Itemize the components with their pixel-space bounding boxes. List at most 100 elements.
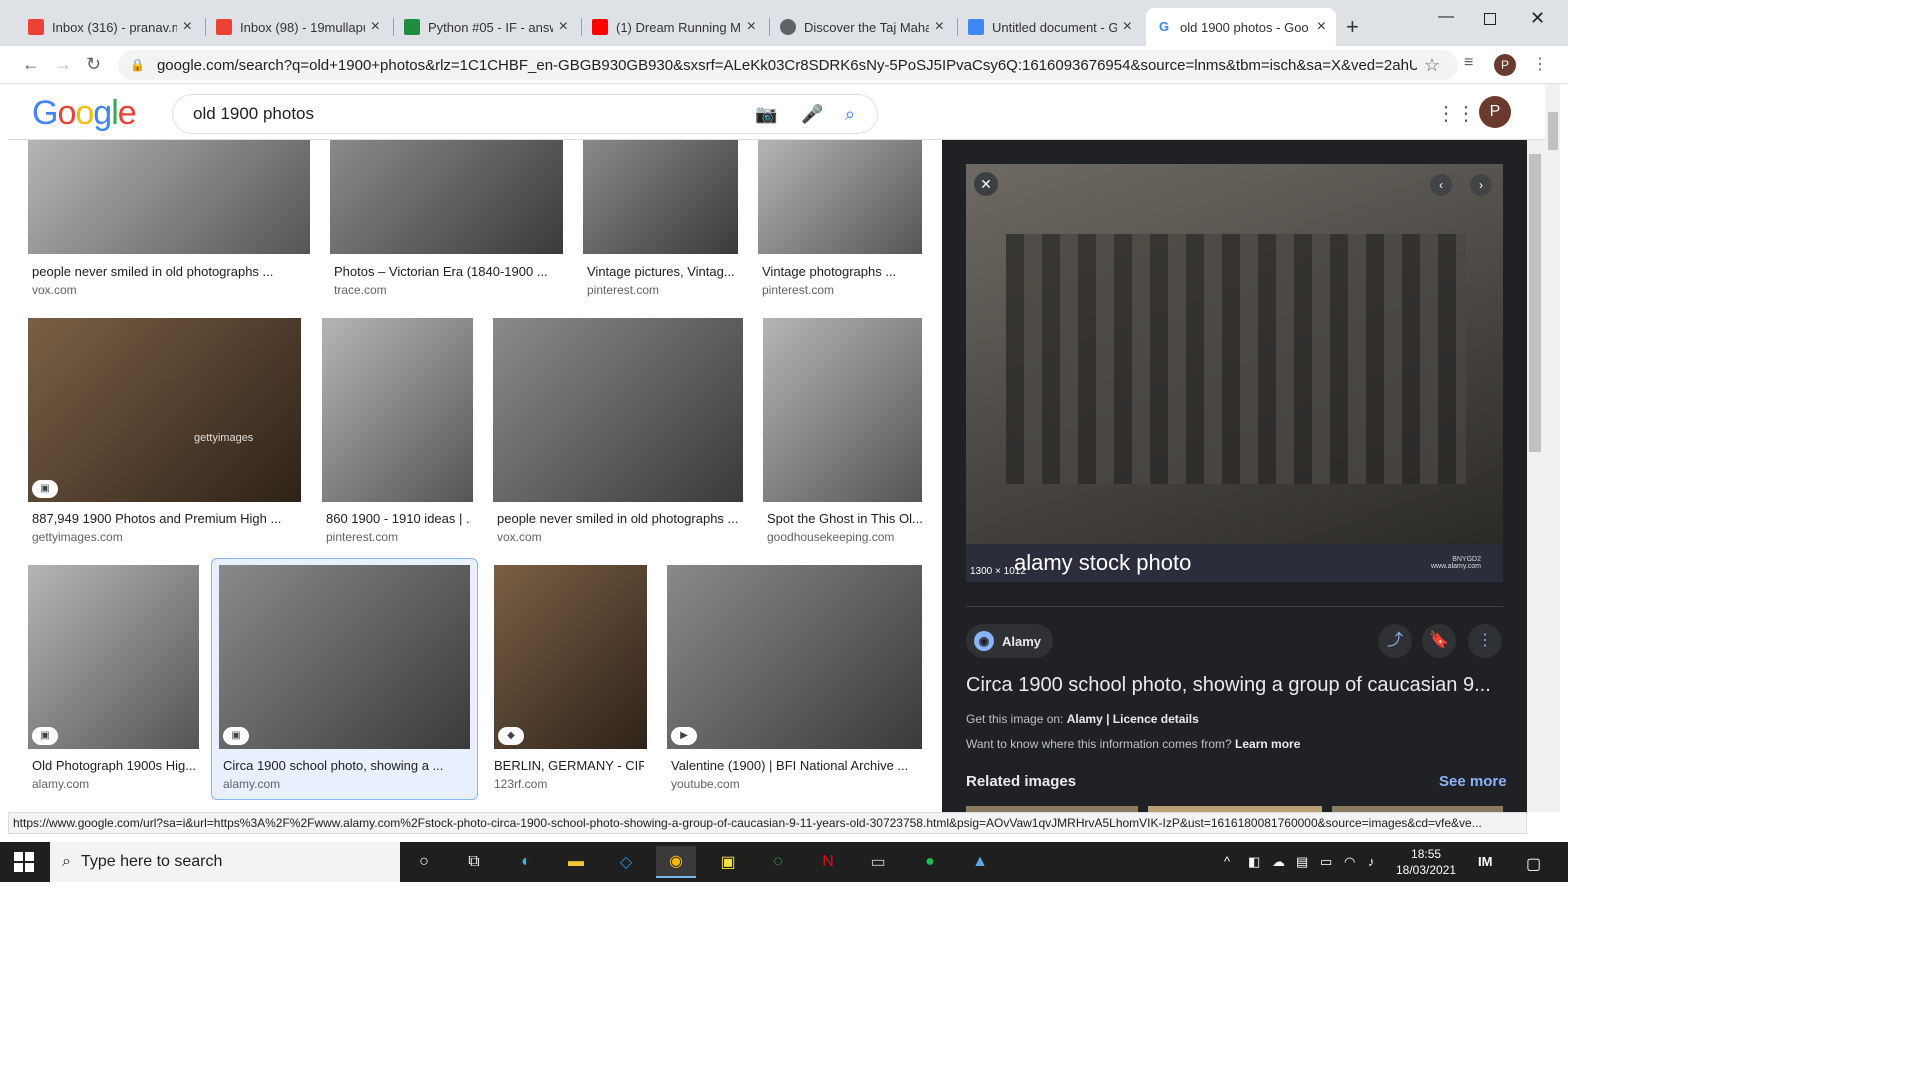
taskbar-search-box[interactable]: ⌕ Type here to search [50, 842, 400, 882]
close-icon[interactable]: × [1123, 18, 1132, 36]
result-image[interactable]: ▣ [28, 565, 199, 749]
tab-taj-mahal[interactable]: Discover the Taj Mahal × [770, 8, 954, 46]
address-bar[interactable]: 🔒 google.com/search?q=old+1900+photos&rl… [118, 50, 1458, 80]
forward-icon[interactable]: → [54, 54, 72, 75]
avatar[interactable]: P [1479, 96, 1511, 128]
result-source[interactable]: pinterest.com [326, 530, 398, 544]
result-title[interactable]: people never smiled in old photographs .… [32, 264, 302, 279]
source-pill[interactable]: ◉ Alamy [966, 624, 1054, 658]
tray-device-icon[interactable]: ▤ [1296, 854, 1308, 870]
onedrive-icon[interactable]: ☁ [1272, 854, 1285, 870]
preview-image[interactable] [966, 164, 1503, 544]
result-source[interactable]: alamy.com [32, 777, 89, 791]
result-title[interactable]: BERLIN, GERMANY - CIR... [494, 758, 644, 773]
pycharm-icon[interactable]: ▣ [708, 846, 748, 878]
more-options-icon[interactable]: ⋮ [1468, 624, 1502, 658]
close-icon[interactable]: × [747, 18, 756, 36]
cortana-icon[interactable]: ○ [404, 846, 444, 878]
result-title[interactable]: Old Photograph 1900s Hig... [32, 758, 197, 773]
result-title[interactable]: Vintage photographs ... [762, 264, 922, 279]
tab-youtube[interactable]: (1) Dream Running Mu × [582, 8, 766, 46]
apps-grid-icon[interactable]: ⋮⋮ [1436, 101, 1476, 126]
tab-google-search[interactable]: G old 1900 photos - Goo × [1146, 8, 1336, 46]
results-scrollbar[interactable] [1527, 140, 1545, 812]
tab-gmail-2[interactable]: Inbox (98) - 19mullapu × [206, 8, 390, 46]
result-image-selected[interactable]: ▣ [219, 565, 470, 749]
preview-title[interactable]: Circa 1900 school photo, showing a group… [966, 674, 1506, 697]
reload-icon[interactable]: ↻ [86, 54, 101, 75]
close-preview-button[interactable]: ✕ [974, 172, 998, 196]
browser-menu-icon[interactable]: ⋮ [1532, 54, 1548, 74]
battery-icon[interactable]: ▭ [1320, 854, 1332, 870]
photos-icon[interactable]: ▲ [960, 846, 1000, 878]
close-icon[interactable]: × [1317, 18, 1326, 36]
close-icon[interactable]: × [559, 18, 568, 36]
result-title[interactable]: Spot the Ghost in This Ol... [767, 511, 922, 526]
reading-list-icon[interactable]: ≡ [1464, 54, 1473, 72]
tab-gmail-1[interactable]: Inbox (316) - pranav.m × [18, 8, 202, 46]
search-icon[interactable]: ⌕ [845, 104, 855, 125]
spotify-icon[interactable]: ● [910, 846, 950, 878]
result-title[interactable]: Vintage pictures, Vintag... [587, 264, 737, 279]
close-window-button[interactable]: ✕ [1530, 8, 1545, 29]
tab-docs[interactable]: Untitled document - G × [958, 8, 1142, 46]
tray-camera-icon[interactable]: ◧ [1248, 854, 1260, 870]
microphone-icon[interactable]: 🎤 [801, 104, 823, 125]
see-more-link[interactable]: See more [1439, 773, 1507, 790]
result-title[interactable]: Circa 1900 school photo, showing a ... [223, 758, 468, 773]
page-scrollbar[interactable] [1545, 84, 1560, 812]
notifications-icon[interactable]: ▢ [1526, 854, 1541, 874]
result-title[interactable]: people never smiled in old photographs .… [497, 511, 742, 526]
task-view-icon[interactable]: ⧉ [454, 846, 494, 878]
minimize-button[interactable]: — [1438, 8, 1454, 26]
result-image[interactable] [758, 140, 922, 254]
bookmark-star-icon[interactable]: ☆ [1424, 55, 1440, 76]
edge-icon[interactable]: ◐ [506, 846, 546, 878]
next-arrow-icon[interactable]: › [1470, 174, 1492, 196]
result-source[interactable]: youtube.com [671, 777, 740, 791]
learn-more-link[interactable]: Learn more [1235, 737, 1300, 751]
result-source[interactable]: gettyimages.com [32, 530, 123, 544]
tray-chevron-icon[interactable]: ^ [1224, 854, 1230, 869]
result-image[interactable] [583, 140, 738, 254]
file-explorer-icon[interactable]: ▬ [556, 846, 596, 878]
maximize-button[interactable] [1484, 13, 1496, 25]
result-title[interactable]: 887,949 1900 Photos and Premium High ... [32, 511, 297, 526]
result-title[interactable]: Photos – Victorian Era (1840-1900 ... [334, 264, 559, 279]
result-image[interactable]: ◆ [494, 565, 647, 749]
save-bookmark-icon[interactable]: 🔖 [1422, 624, 1456, 658]
netflix-icon[interactable]: N [808, 846, 848, 878]
licence-link[interactable]: Alamy | Licence details [1067, 712, 1199, 726]
result-source[interactable]: vox.com [32, 283, 77, 297]
taskbar-clock[interactable]: 18:55 18/03/2021 [1396, 846, 1456, 878]
close-icon[interactable]: × [935, 18, 944, 36]
result-source[interactable]: pinterest.com [587, 283, 659, 297]
share-icon[interactable]: ⤴ [1378, 624, 1412, 658]
result-source[interactable]: goodhousekeeping.com [767, 530, 894, 544]
volume-icon[interactable]: ♪ [1368, 854, 1375, 869]
terminal-icon[interactable]: ▭ [858, 846, 898, 878]
result-image[interactable] [28, 140, 310, 254]
result-source[interactable]: 123rf.com [494, 777, 547, 791]
result-image[interactable] [493, 318, 743, 502]
result-image[interactable] [322, 318, 473, 502]
result-source[interactable]: alamy.com [223, 777, 280, 791]
search-input[interactable]: old 1900 photos 📷 🎤 ⌕ [172, 94, 878, 134]
vscode-icon[interactable]: ◇ [606, 846, 646, 878]
google-logo[interactable]: Google [32, 94, 137, 133]
result-image[interactable] [330, 140, 563, 254]
result-title[interactable]: Valentine (1900) | BFI National Archive … [671, 758, 921, 773]
result-source[interactable]: vox.com [497, 530, 542, 544]
back-icon[interactable]: ← [22, 54, 40, 75]
prev-arrow-icon[interactable]: ‹ [1430, 174, 1452, 196]
windows-start-icon[interactable] [14, 852, 34, 872]
result-image[interactable] [763, 318, 922, 502]
result-source[interactable]: trace.com [334, 283, 387, 297]
sync-icon[interactable]: ◌ [758, 846, 798, 878]
close-icon[interactable]: × [371, 18, 380, 36]
browser-profile-avatar[interactable]: P [1494, 54, 1516, 76]
result-image[interactable]: gettyimages ▣ [28, 318, 301, 502]
close-icon[interactable]: × [183, 18, 192, 36]
camera-icon[interactable]: 📷 [755, 104, 777, 125]
chrome-icon[interactable]: ◉ [656, 846, 696, 878]
